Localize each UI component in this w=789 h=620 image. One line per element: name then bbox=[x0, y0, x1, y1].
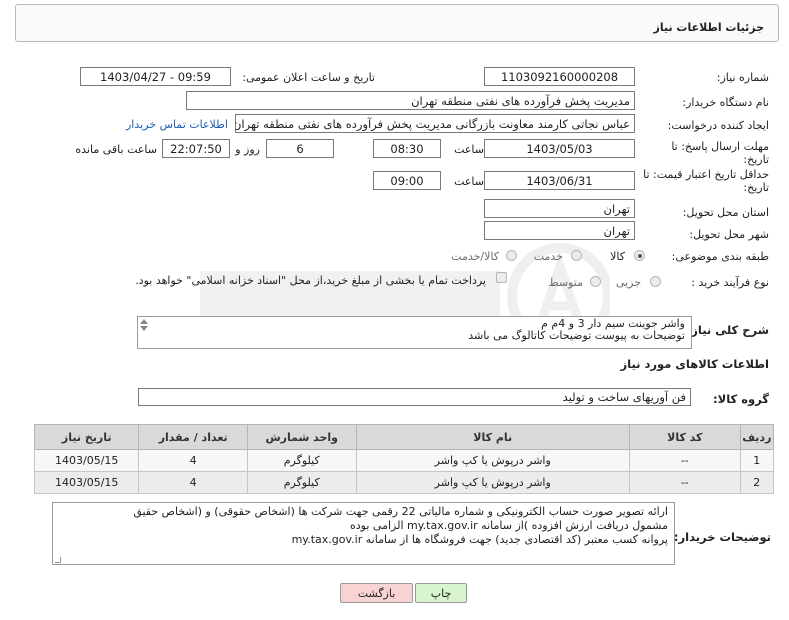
page-title: جزئیات اطلاعات نیاز bbox=[653, 21, 765, 34]
col-unit: واحد شمارش bbox=[246, 424, 357, 450]
process-option-minor: جزیی bbox=[615, 276, 641, 289]
cell-name: واشر درپوش یا کپ واشر bbox=[355, 449, 630, 472]
col-index: ردیف bbox=[739, 424, 775, 450]
print-button[interactable]: چاپ bbox=[415, 583, 467, 603]
col-code: کد کالا bbox=[628, 424, 741, 450]
buyer-notes-line3: پروانه کسب معتبر (کد اقتصادی جدید) جهت ف… bbox=[291, 533, 668, 546]
deadline-time-label: ساعت bbox=[454, 143, 484, 156]
cell-qty: 4 bbox=[138, 449, 248, 472]
header-panel: جزئیات اطلاعات نیاز bbox=[15, 4, 779, 42]
category-option-goods: کالا bbox=[610, 250, 625, 263]
buyer-notes-line2: مشمول دریافت ارزش افزوده )از سامانه my.t… bbox=[350, 519, 668, 532]
goods-table: ردیف کد کالا نام کالا واحد شمارش تعداد /… bbox=[33, 424, 775, 494]
need-description-line2: توضیحات به پیوست توضیحات کاتالوگ می باشد bbox=[468, 329, 685, 342]
deadline-date-field: 1403/05/03 bbox=[484, 139, 635, 158]
treasury-payment-checkbox[interactable] bbox=[496, 272, 507, 283]
category-radio-both[interactable] bbox=[506, 250, 517, 261]
buyer-contact-link[interactable]: اطلاعات تماس خریدار bbox=[126, 118, 228, 131]
province-label: استان محل تحویل: bbox=[682, 206, 769, 219]
validity-date-field: 1403/06/31 bbox=[484, 171, 635, 190]
buyer-notes-box[interactable]: ارائه تصویر صورت حساب الکترونیکی و شماره… bbox=[52, 502, 675, 565]
buyer-org-field: مدیریت پخش فرآورده های نفتی منطقه تهران bbox=[186, 91, 635, 110]
remaining-time-label: ساعت باقی مانده bbox=[75, 143, 157, 156]
announce-datetime-field: 1403/04/27 - 09:59 bbox=[80, 67, 231, 86]
process-radio-minor[interactable] bbox=[650, 276, 661, 287]
need-description-label: شرح کلی نیاز: bbox=[686, 323, 769, 337]
buyer-notes-line1: ارائه تصویر صورت حساب الکترونیکی و شماره… bbox=[133, 505, 668, 518]
category-radio-goods[interactable] bbox=[634, 250, 645, 261]
requester-field: عباس نجاتی کارمند معاونت بازرگانی مدیریت… bbox=[235, 114, 635, 133]
goods-table-header: ردیف کد کالا نام کالا واحد شمارش تعداد /… bbox=[33, 424, 775, 450]
notes-resize-handle[interactable] bbox=[55, 557, 61, 563]
validity-label-date: تاریخ: bbox=[743, 181, 769, 194]
cell-unit: کیلوگرم bbox=[246, 449, 357, 472]
cell-unit: کیلوگرم bbox=[246, 471, 357, 494]
goods-section-title: اطلاعات کالاهای مورد نیاز bbox=[620, 357, 769, 371]
table-row: 1 -- واشر درپوش یا کپ واشر کیلوگرم 4 140… bbox=[33, 449, 775, 472]
goods-group-field: فن آوریهای ساخت و تولید bbox=[138, 388, 691, 406]
deadline-label-date: تاریخ: bbox=[743, 153, 769, 166]
treasury-payment-note: پرداخت تمام یا بخشی از مبلغ خرید،از محل … bbox=[135, 274, 486, 287]
cell-code: -- bbox=[628, 471, 741, 494]
col-qty: تعداد / مقدار bbox=[138, 424, 248, 450]
back-button[interactable]: بازگشت bbox=[340, 583, 413, 603]
cell-name: واشر درپوش یا کپ واشر bbox=[355, 471, 630, 494]
city-label: شهر محل تحویل: bbox=[689, 228, 769, 241]
description-scroll-up-icon[interactable] bbox=[140, 319, 148, 324]
table-row: 2 -- واشر درپوش یا کپ واشر کیلوگرم 4 140… bbox=[33, 471, 775, 494]
cell-date: 1403/05/15 bbox=[33, 471, 140, 494]
cell-qty: 4 bbox=[138, 471, 248, 494]
city-field: تهران bbox=[484, 221, 635, 240]
category-radio-service[interactable] bbox=[571, 250, 582, 261]
category-option-service: خدمت bbox=[533, 250, 563, 263]
validity-time-field: 09:00 bbox=[373, 171, 441, 190]
category-option-both: کالا/خدمت bbox=[451, 250, 499, 263]
col-date: تاریخ نیاز bbox=[33, 424, 140, 450]
deadline-time-field: 08:30 bbox=[373, 139, 441, 158]
process-option-medium: متوسط bbox=[548, 276, 583, 289]
need-number-field: 1103092160000208 bbox=[484, 67, 635, 86]
buyer-notes-label: توضیحات خریدار: bbox=[673, 530, 771, 544]
cell-index: 2 bbox=[739, 471, 775, 494]
deadline-label: مهلت ارسال پاسخ: تا bbox=[671, 140, 769, 153]
process-label: نوع فرآیند خرید : bbox=[691, 276, 769, 289]
cell-index: 1 bbox=[739, 449, 775, 472]
category-label: طبقه بندی موضوعی: bbox=[671, 250, 769, 263]
province-field: تهران bbox=[484, 199, 635, 218]
goods-group-label: گروه کالا: bbox=[713, 392, 769, 406]
validity-label: حداقل تاریخ اعتبار قیمت: تا bbox=[643, 168, 769, 181]
requester-label: ایجاد کننده درخواست: bbox=[667, 119, 769, 132]
announce-datetime-label: تاریخ و ساعت اعلان عمومی: bbox=[242, 71, 375, 84]
process-radio-medium[interactable] bbox=[590, 276, 601, 287]
validity-time-label: ساعت bbox=[454, 175, 484, 188]
remaining-time-field: 22:07:50 bbox=[162, 139, 230, 158]
cell-code: -- bbox=[628, 449, 741, 472]
deadline-days-label: روز و bbox=[235, 143, 260, 156]
cell-date: 1403/05/15 bbox=[33, 449, 140, 472]
description-scroll-down-icon[interactable] bbox=[140, 326, 148, 331]
col-name: نام کالا bbox=[355, 424, 630, 450]
need-description-box[interactable]: واشر جوینت سیم دار 3 و 4م م توضیحات به پ… bbox=[137, 316, 692, 349]
deadline-days-field: 6 bbox=[266, 139, 334, 158]
buyer-org-label: نام دستگاه خریدار: bbox=[682, 96, 769, 109]
need-number-label: شماره نیاز: bbox=[716, 71, 769, 84]
